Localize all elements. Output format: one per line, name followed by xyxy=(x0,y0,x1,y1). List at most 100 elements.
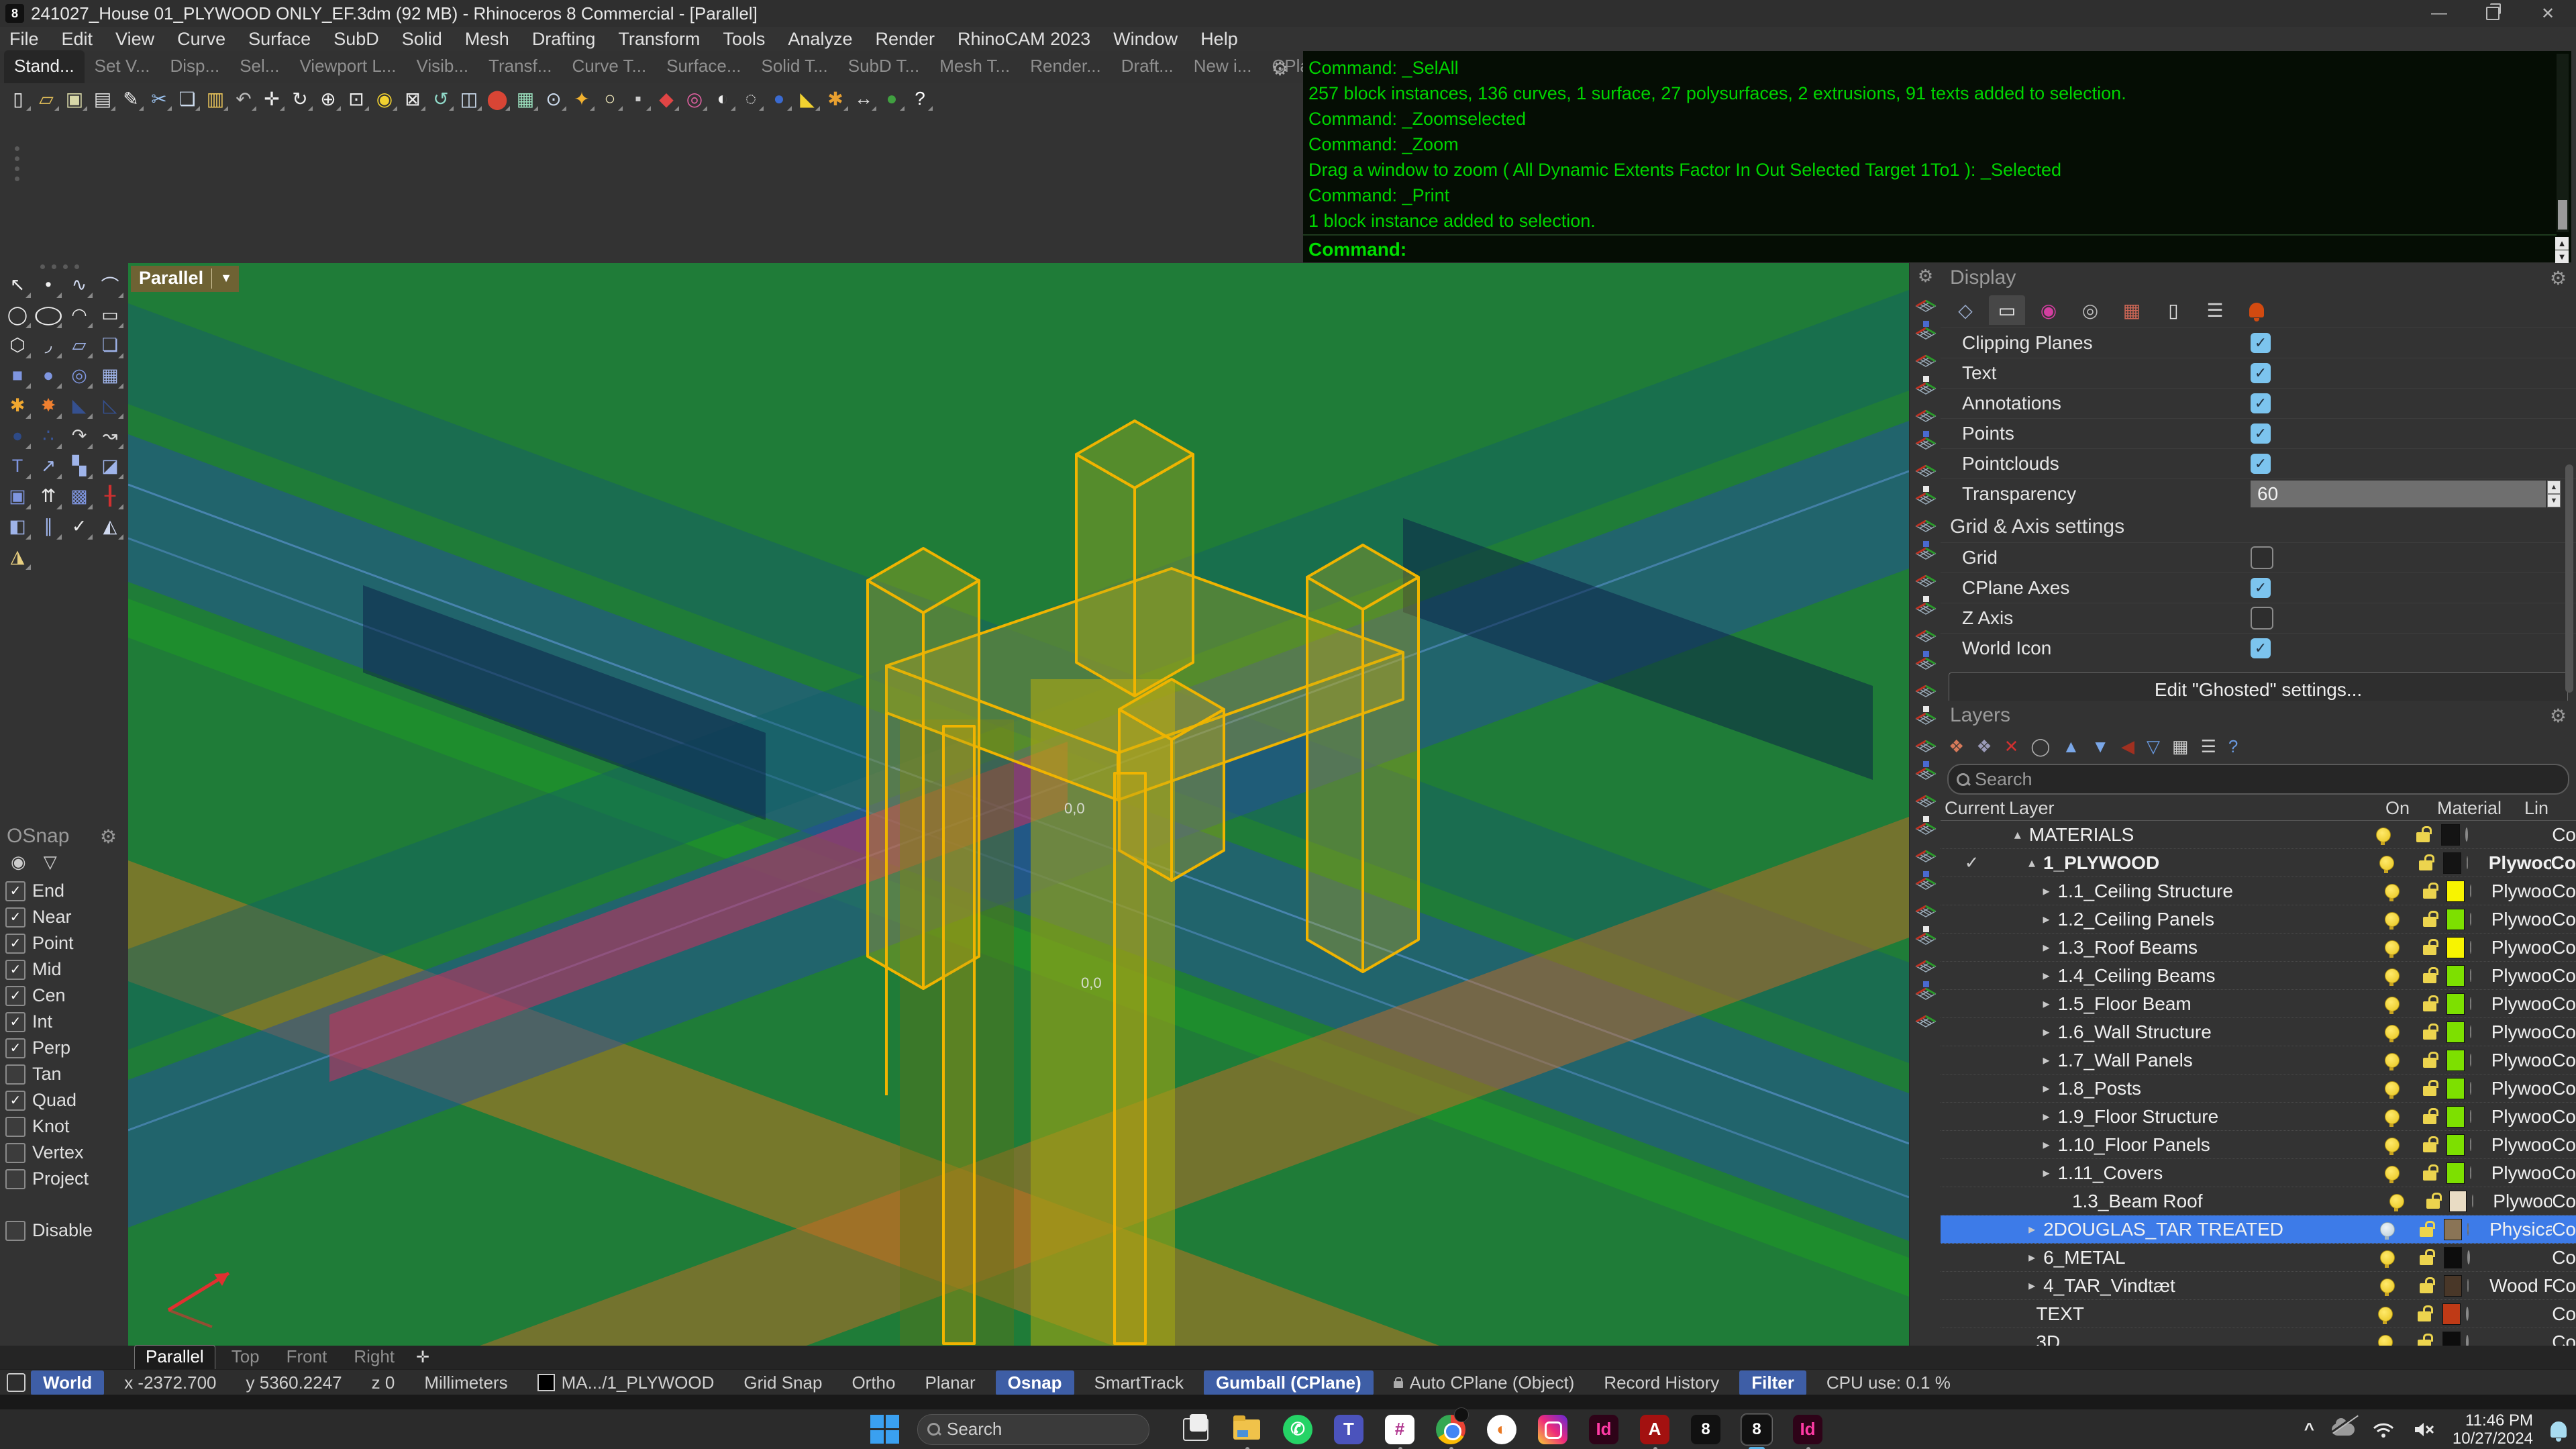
new-file-icon[interactable]: ▯ xyxy=(4,85,32,112)
layer-expand-icon[interactable]: ▸ xyxy=(2028,1249,2043,1266)
layer-row-1-6-wall-structure[interactable]: ▸1.6_Wall StructurePlywooCo xyxy=(1941,1018,2576,1046)
osnap-point[interactable]: ✓Point xyxy=(0,930,123,956)
layer-material-dot[interactable] xyxy=(2472,1195,2473,1207)
status-ortho[interactable]: Ortho xyxy=(837,1372,910,1393)
layer-search-box[interactable]: Search xyxy=(1947,764,2569,795)
layer-lock-icon[interactable] xyxy=(2416,832,2430,842)
layer-row-1-5-floor-beam[interactable]: ▸1.5_Floor BeamPlywooCo xyxy=(1941,990,2576,1018)
layer-lock-icon[interactable] xyxy=(2418,1311,2431,1321)
layer-row-6-metal[interactable]: ▸6_METALCo xyxy=(1941,1244,2576,1272)
menu-edit[interactable]: Edit xyxy=(62,29,93,50)
list-icon[interactable]: ☰ xyxy=(2197,295,2233,325)
whatsapp-icon[interactable]: ✆ xyxy=(1282,1414,1313,1445)
layer-color-swatch[interactable] xyxy=(2444,1275,2462,1297)
cplane-tool-icon-18[interactable] xyxy=(1913,756,1939,784)
list-view-icon[interactable]: ☰ xyxy=(2201,736,2216,757)
command-scrollbar[interactable] xyxy=(2557,54,2569,232)
menu-solid[interactable]: Solid xyxy=(402,29,442,50)
menu-tools[interactable]: Tools xyxy=(723,29,765,50)
command-history[interactable]: Command: _SelAll257 block instances, 136… xyxy=(1308,55,2550,235)
adjust-curve-tool-icon[interactable]: ↷ xyxy=(64,421,95,451)
undo-icon[interactable]: ↶ xyxy=(229,85,258,112)
contour-tool-icon[interactable]: ◧ xyxy=(2,511,33,542)
layer-bulb-icon[interactable] xyxy=(2376,828,2391,842)
layer-bulb-icon[interactable] xyxy=(2380,1279,2395,1293)
layer-expand-icon[interactable]: ▸ xyxy=(2043,995,2058,1012)
edit-icon[interactable]: ✎ xyxy=(117,85,145,112)
layer-bulb-icon[interactable] xyxy=(2385,884,2400,899)
layer-row-1-4-ceiling-beams[interactable]: ▸1.4_Ceiling BeamsPlywooCo xyxy=(1941,962,2576,990)
toolbar-tab-solid-t[interactable]: Solid T... xyxy=(752,50,838,83)
indesign2-icon[interactable]: Id xyxy=(1792,1414,1823,1445)
cplane-tool-icon-5[interactable] xyxy=(1913,399,1939,426)
layer-bulb-icon[interactable] xyxy=(2389,1194,2404,1209)
layer-row-1-2-ceiling-panels[interactable]: ▸1.2_Ceiling PanelsPlywooCo xyxy=(1941,905,2576,934)
osnap-checkbox-knot[interactable] xyxy=(5,1117,25,1137)
split-tool-icon[interactable]: ◺ xyxy=(95,391,125,421)
spotlight-icon[interactable]: ◣ xyxy=(793,85,821,112)
display-checkbox-pointclouds[interactable]: ✓ xyxy=(2251,454,2271,474)
layer-expand-icon[interactable]: ▸ xyxy=(2028,1221,2043,1238)
viewport-tab-right[interactable]: Right xyxy=(343,1346,405,1370)
array-tool-icon[interactable]: ▚ xyxy=(64,451,95,481)
text-tool-icon[interactable]: T xyxy=(2,451,33,481)
arc-tool-icon[interactable]: ◠ xyxy=(64,300,95,330)
menu-analyze[interactable]: Analyze xyxy=(788,29,852,50)
layer-color-swatch[interactable] xyxy=(2446,937,2465,958)
toolbar-tab-mesh-t[interactable]: Mesh T... xyxy=(929,50,1020,83)
osnap-checkbox-tan[interactable] xyxy=(5,1064,25,1085)
layer-material-dot[interactable] xyxy=(2470,969,2471,982)
toolbar-tab-visib[interactable]: Visib... xyxy=(406,50,478,83)
sphere-tool-icon[interactable]: ● xyxy=(33,360,64,391)
move-down-icon[interactable]: ▼ xyxy=(2092,736,2109,757)
display-checkbox-z-axis[interactable] xyxy=(2251,607,2273,630)
layer-material-dot[interactable] xyxy=(2470,1110,2471,1123)
status-record-history[interactable]: Record History xyxy=(1589,1372,1734,1393)
display-gear-icon[interactable]: ⚙ xyxy=(2550,267,2567,289)
surface-grid-tool-icon[interactable]: ▦ xyxy=(95,360,125,391)
layer-material-dot[interactable] xyxy=(2465,828,2468,842)
layer-material-dot[interactable] xyxy=(2470,1082,2471,1095)
layer-material-dot[interactable] xyxy=(2470,913,2471,926)
layer-lock-icon[interactable] xyxy=(2423,917,2436,927)
menu-drafting[interactable]: Drafting xyxy=(532,29,596,50)
toolbar-tab-curve-t[interactable]: Curve T... xyxy=(562,50,656,83)
cplane-tool-icon-10[interactable] xyxy=(1913,536,1939,564)
minimize-button[interactable]: — xyxy=(2416,0,2463,27)
cplane-tool-icon-24[interactable] xyxy=(1913,921,1939,949)
layer-row-1-3-beam-roof[interactable]: 1.3_Beam RoofPlywooCo xyxy=(1941,1187,2576,1215)
help-icon[interactable]: ? xyxy=(2228,736,2238,757)
offset-tool-icon[interactable]: ↝ xyxy=(95,421,125,451)
cplane-tool-icon-9[interactable] xyxy=(1913,509,1939,536)
torus-tool-icon[interactable]: ◎ xyxy=(64,360,95,391)
close-button[interactable]: ✕ xyxy=(2524,0,2571,27)
cplane-tool-icon-15[interactable] xyxy=(1913,674,1939,701)
layer-expand-icon[interactable]: ▸ xyxy=(2043,883,2058,899)
cplane-tool-icon-13[interactable] xyxy=(1913,619,1939,646)
display-scrollbar[interactable] xyxy=(2565,464,2573,693)
wifi-icon[interactable] xyxy=(2372,1420,2395,1439)
layer-material-dot[interactable] xyxy=(2470,1054,2471,1066)
command-scroll-down[interactable]: ▼ xyxy=(2555,250,2569,263)
chrome-icon[interactable] xyxy=(1435,1414,1466,1445)
toolbar-tab-set-v[interactable]: Set V... xyxy=(85,50,160,83)
move-left-icon[interactable]: ◀ xyxy=(2121,736,2134,757)
zoom-extents-icon[interactable]: ⊠ xyxy=(399,85,427,112)
page-icon[interactable]: ▯ xyxy=(2155,295,2192,325)
osnap-checkbox-disable[interactable] xyxy=(5,1221,25,1241)
add-viewport-icon[interactable]: ✛ xyxy=(416,1348,429,1367)
slack-icon[interactable]: # xyxy=(1384,1414,1415,1445)
osnap-checkbox-quad[interactable]: ✓ xyxy=(5,1091,25,1111)
set-view-icon[interactable]: ⊙ xyxy=(539,85,568,112)
command-scroll-up[interactable]: ▲ xyxy=(2555,237,2569,250)
layer-expand-icon[interactable]: ▸ xyxy=(2043,911,2058,928)
rhino-icon[interactable]: 8 xyxy=(1690,1414,1721,1445)
command-input[interactable]: Command: xyxy=(1308,237,2516,262)
render-settings-icon[interactable]: ▦ xyxy=(511,85,539,112)
fillet-tool-icon[interactable]: ◞ xyxy=(33,330,64,360)
layer-material-dot[interactable] xyxy=(2467,1223,2469,1236)
undo-view-icon[interactable]: ↺ xyxy=(427,85,455,112)
viewport-tab-parallel[interactable]: Parallel xyxy=(134,1345,215,1370)
display-checkbox-grid[interactable] xyxy=(2251,546,2273,569)
layer-bulb-icon[interactable] xyxy=(2385,940,2400,955)
